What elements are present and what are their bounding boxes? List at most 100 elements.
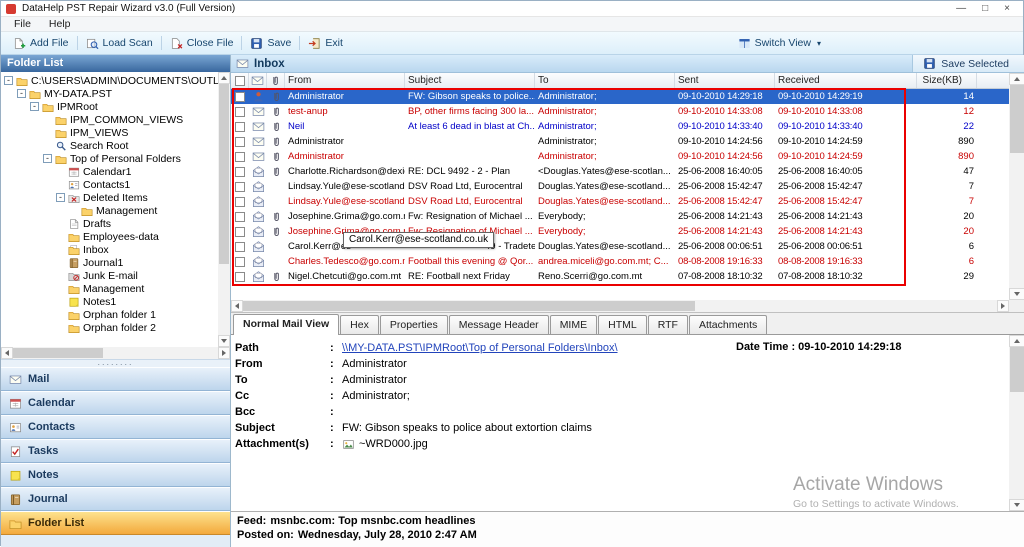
row-checkbox[interactable] [235,272,245,282]
tab-message-header[interactable]: Message Header [449,315,549,334]
nav-mail[interactable]: Mail [1,367,230,391]
tree-item-deleted-items[interactable]: -Deleted Items [1,191,218,204]
maximize-button[interactable]: □ [982,1,988,17]
tree-scroll-left-button[interactable] [1,347,13,359]
select-all-checkbox[interactable] [231,73,249,88]
tab-attachments[interactable]: Attachments [689,315,767,334]
toolbar-save-button[interactable]: Save [242,32,299,54]
toolbar-load-scan-button[interactable]: Load Scan [78,32,161,54]
list-scroll-up-button[interactable] [1009,73,1024,85]
tree-item-ipm-views[interactable]: IPM_VIEWS [1,126,218,139]
column-header-read-status[interactable] [249,73,267,88]
row-checkbox[interactable] [235,122,245,132]
tree-expander-icon[interactable]: - [30,102,39,111]
menu-help[interactable]: Help [40,18,80,30]
email-row-6[interactable]: Charlotte.Richardson@dexio...RE: DCL 949… [231,164,1009,179]
tree-item-notes1[interactable]: Notes1 [1,295,218,308]
tab-hex[interactable]: Hex [340,315,379,334]
preview-scroll-down-button[interactable] [1009,499,1024,511]
tree-item-ipm-common-views[interactable]: IPM_COMMON_VIEWS [1,113,218,126]
tree-item-journal1[interactable]: Journal1 [1,256,218,269]
tree-expander-icon[interactable]: - [43,154,52,163]
row-checkbox[interactable] [235,92,245,102]
email-row-13[interactable]: Nigel.Chetcuti@go.com.mtRE: Football nex… [231,269,1009,284]
email-row-8[interactable]: Lindsay.Yule@ese-scotland.c...DSV Road L… [231,194,1009,209]
toolbar-exit-button[interactable]: Exit [300,32,351,54]
tree-item-orphan-folder-2[interactable]: Orphan folder 2 [1,321,218,334]
tree-item-drafts[interactable]: Drafts [1,217,218,230]
nav-journal[interactable]: Journal [1,487,230,511]
tree-item-junk-e-mail[interactable]: Junk E-mail [1,269,218,282]
column-header-from[interactable]: From [285,73,405,88]
row-checkbox[interactable] [235,137,245,147]
tree-item-contacts1[interactable]: Contacts1 [1,178,218,191]
column-header-subject[interactable]: Subject [405,73,535,88]
email-list-vertical-scrollbar[interactable] [1009,73,1024,300]
save-selected-button[interactable]: Save Selected [912,55,1024,72]
tree-scroll-down-button[interactable] [218,335,230,347]
tree-item-top-of-personal-folders[interactable]: -Top of Personal Folders [1,152,218,165]
tab-normal-mail-view[interactable]: Normal Mail View [233,314,339,335]
column-header-size-kb[interactable]: Size(KB) [917,73,977,88]
nav-contacts[interactable]: Contacts [1,415,230,439]
tree-horizontal-scrollbar[interactable] [1,347,230,359]
tab-mime[interactable]: MIME [550,315,597,334]
tree-item-management[interactable]: Management [1,282,218,295]
tab-html[interactable]: HTML [598,315,647,334]
nav-folder-list[interactable]: Folder List [1,511,230,535]
email-row-9[interactable]: Josephine.Grima@go.com.mtFw: Resignation… [231,209,1009,224]
list-scroll-right-button[interactable] [997,300,1009,312]
email-row-3[interactable]: NeilAt least 6 dead in blast at Ch...Adm… [231,119,1009,134]
tree-item-inbox[interactable]: Inbox [1,243,218,256]
toolbar-close-file-button[interactable]: Close File [162,32,242,54]
tree-scroll-right-button[interactable] [218,347,230,359]
row-checkbox[interactable] [235,182,245,192]
close-button[interactable]: × [1004,1,1010,17]
tree-item-management[interactable]: Management [1,204,218,217]
row-checkbox[interactable] [235,242,245,252]
tree-expander-icon[interactable]: - [4,76,13,85]
tree-scroll-up-button[interactable] [218,72,230,84]
tab-properties[interactable]: Properties [380,315,448,334]
tree-item-employees-data[interactable]: Employees-data [1,230,218,243]
splitter-grip[interactable] [1,359,230,367]
nav-tasks[interactable]: Tasks [1,439,230,463]
list-scroll-left-button[interactable] [231,300,243,312]
row-checkbox[interactable] [235,107,245,117]
preview-scroll-up-button[interactable] [1009,335,1024,347]
column-header-received[interactable]: Received [775,73,917,88]
toolbar-add-file-button[interactable]: Add File [5,32,77,54]
tree-item-my-data-pst[interactable]: -MY-DATA.PST [1,87,218,100]
column-header-sent[interactable]: Sent [675,73,775,88]
preview-vertical-scrollbar[interactable] [1009,335,1024,511]
tree-expander-icon[interactable]: - [17,89,26,98]
column-header-attachment[interactable] [267,73,285,88]
email-row-5[interactable]: AdministratorAdministrator;09-10-2010 14… [231,149,1009,164]
email-row-7[interactable]: Lindsay.Yule@ese-scotland.c...DSV Road L… [231,179,1009,194]
tree-item-c-users-admin-documents-outlook-f[interactable]: -C:\USERS\ADMIN\DOCUMENTS\OUTLOOK F [1,74,218,87]
tree-expander-icon[interactable]: - [56,193,65,202]
menu-file[interactable]: File [5,18,40,30]
row-checkbox[interactable] [235,152,245,162]
switch-view-button[interactable]: Switch View ▾ [730,37,829,50]
path-link[interactable]: \\MY-DATA.PST\IPMRoot\Top of Personal Fo… [342,342,618,354]
tree-item-orphan-folder-1[interactable]: Orphan folder 1 [1,308,218,321]
tree-item-search-root[interactable]: Search Root [1,139,218,152]
list-scroll-down-button[interactable] [1009,288,1024,300]
email-row-12[interactable]: Charles.Tedesco@go.com.mtFootball this e… [231,254,1009,269]
row-checkbox[interactable] [235,257,245,267]
tree-vertical-scrollbar[interactable] [218,72,230,347]
nav-notes[interactable]: Notes [1,463,230,487]
row-checkbox[interactable] [235,212,245,222]
row-checkbox[interactable] [235,197,245,207]
email-row-1[interactable]: AdministratorFW: Gibson speaks to police… [231,89,1009,104]
column-header-to[interactable]: To [535,73,675,88]
row-checkbox[interactable] [235,227,245,237]
email-list-horizontal-scrollbar[interactable] [231,300,1009,312]
email-row-4[interactable]: AdministratorAdministrator;09-10-2010 14… [231,134,1009,149]
tab-rtf[interactable]: RTF [648,315,688,334]
minimize-button[interactable]: — [956,1,966,17]
row-checkbox[interactable] [235,167,245,177]
email-row-2[interactable]: test-anupBP, other firms facing 300 la..… [231,104,1009,119]
tree-item-calendar1[interactable]: Calendar1 [1,165,218,178]
